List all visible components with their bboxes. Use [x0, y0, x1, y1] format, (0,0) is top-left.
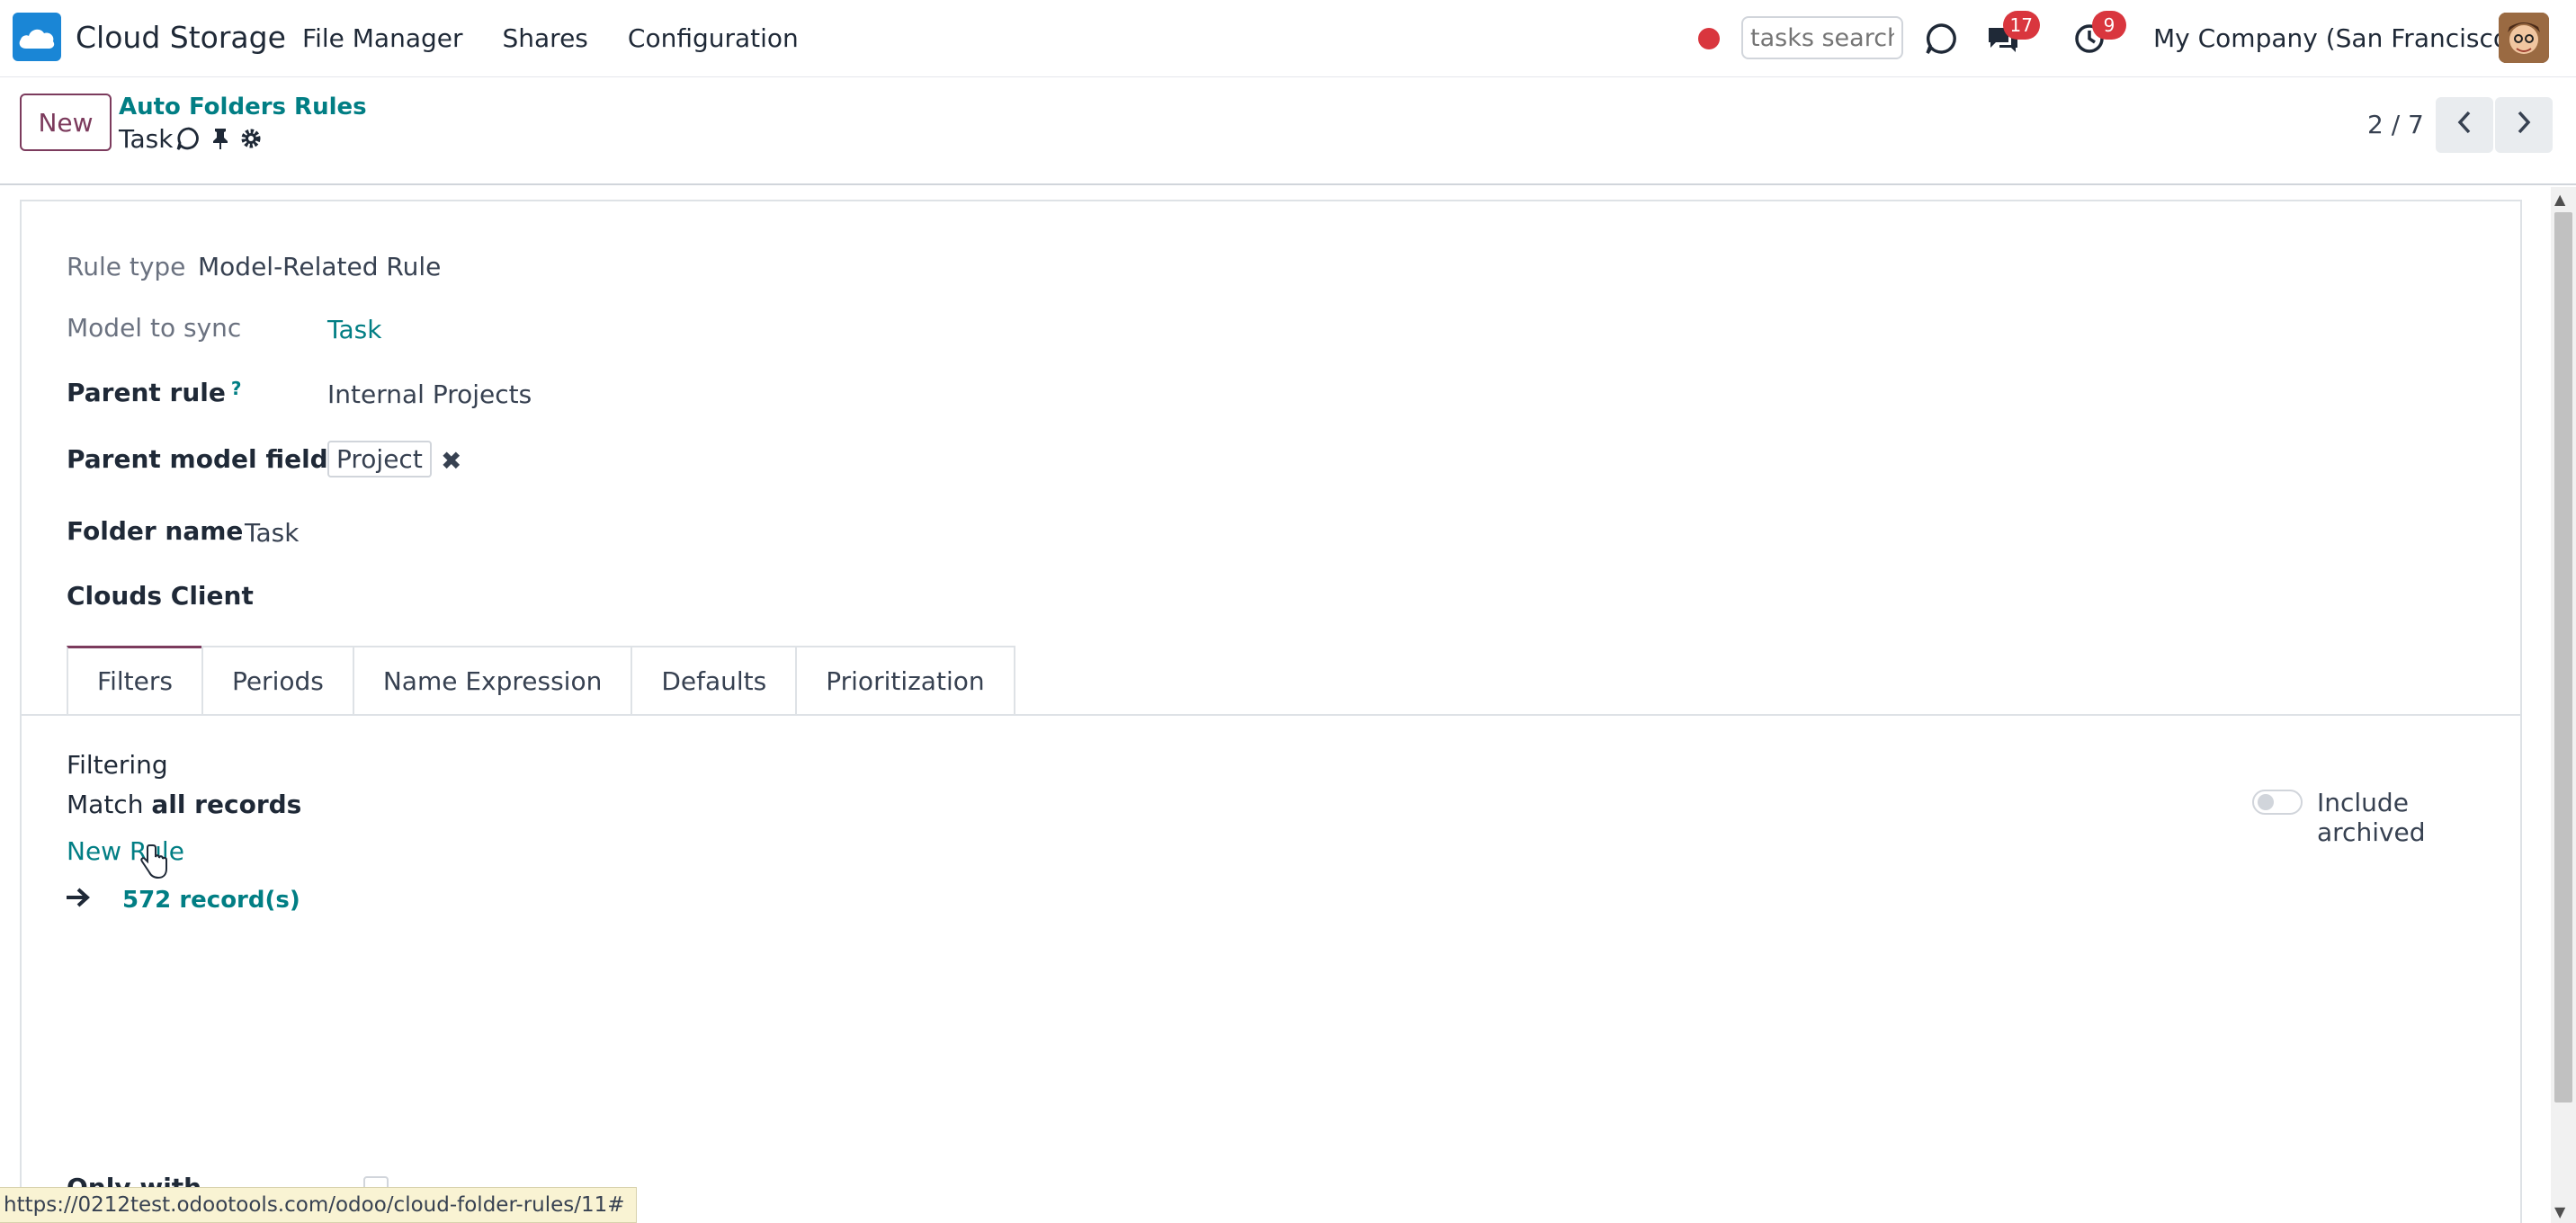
pager-value[interactable]: 2 / 7 — [2367, 110, 2424, 139]
match-value[interactable]: all records — [151, 790, 301, 819]
user-avatar[interactable] — [2499, 13, 2549, 63]
chevron-right-icon — [2515, 110, 2533, 141]
tag-remove-icon[interactable]: ✖ — [441, 446, 461, 476]
match-prefix: Match — [67, 790, 144, 819]
parent-model-field-label: Parent model field? — [67, 444, 344, 474]
gear-icon[interactable] — [239, 127, 263, 156]
discuss-icon[interactable] — [1921, 18, 1963, 59]
parent-rule-help-icon[interactable]: ? — [231, 378, 242, 399]
menu-shares[interactable]: Shares — [503, 23, 588, 53]
parent-model-field-tag[interactable]: Project — [327, 441, 432, 478]
breadcrumb-auto-folders-rules[interactable]: Auto Folders Rules — [119, 94, 367, 121]
arrow-right-icon — [65, 887, 92, 915]
cloud-logo-icon[interactable] — [13, 13, 61, 61]
include-archived-label[interactable]: Include archived — [2317, 788, 2520, 847]
menu-configuration[interactable]: Configuration — [628, 23, 799, 53]
main-menu: File Manager Shares Configuration — [302, 23, 799, 53]
tabs-divider — [22, 714, 2520, 716]
hand-cursor-icon — [140, 844, 169, 886]
scroll-up-icon[interactable]: ▲ — [2554, 191, 2565, 208]
chatter-sync-icon[interactable] — [176, 126, 201, 157]
activities-badge: 9 — [2092, 11, 2126, 40]
menu-file-manager[interactable]: File Manager — [302, 23, 463, 53]
include-archived-toggle[interactable] — [2252, 790, 2303, 815]
recording-indicator-icon[interactable] — [1698, 28, 1720, 49]
company-switcher[interactable]: My Company (San Francisco) — [2153, 23, 2518, 53]
top-navbar: Cloud Storage File Manager Shares Config… — [0, 0, 2576, 77]
tab-name-expression[interactable]: Name Expression — [352, 646, 633, 714]
app-name[interactable]: Cloud Storage — [76, 20, 286, 55]
tab-prioritization[interactable]: Prioritization — [795, 646, 1015, 714]
toggle-knob — [2258, 794, 2274, 810]
pin-icon[interactable] — [210, 127, 230, 156]
filtering-heading: Filtering — [67, 750, 168, 780]
folder-name-value[interactable]: Task — [245, 518, 299, 548]
control-panel: New Auto Folders Rules Task 2 / 7 — [0, 77, 2576, 185]
tab-periods[interactable]: Periods — [201, 646, 354, 714]
status-bar-url: https://0212test.odootools.com/odoo/clou… — [0, 1187, 637, 1223]
tasks-search-input[interactable] — [1741, 16, 1903, 59]
new-button[interactable]: New — [20, 94, 112, 151]
messages-badge: 17 — [2002, 11, 2040, 40]
clouds-client-label: Clouds Client — [67, 581, 254, 611]
model-to-sync-label: Model to sync — [67, 313, 242, 343]
match-statement: Match all records — [67, 790, 301, 819]
scrollbar-thumb[interactable] — [2554, 212, 2572, 1102]
records-count-link[interactable]: 572 record(s) — [122, 887, 300, 914]
notebook-tabs: Filters Periods Name Expression Defaults… — [67, 646, 1015, 714]
model-to-sync-link[interactable]: Task — [327, 315, 381, 344]
chevron-left-icon — [2455, 110, 2473, 141]
rule-type-label: Rule type — [67, 252, 186, 281]
tab-defaults[interactable]: Defaults — [631, 646, 798, 714]
rule-type-value[interactable]: Model-Related Rule — [198, 252, 441, 281]
tab-filters[interactable]: Filters — [67, 646, 203, 714]
parent-rule-label: Parent rule? — [67, 378, 241, 407]
parent-model-field-label-text: Parent model field — [67, 444, 328, 474]
parent-rule-label-text: Parent rule — [67, 378, 226, 407]
form-sheet: Rule type Model-Related Rule Model to sy… — [20, 200, 2522, 1223]
activities-icon[interactable]: 9 — [2069, 11, 2126, 59]
folder-name-label: Folder name — [67, 516, 244, 546]
record-actions — [176, 126, 263, 157]
record-title: Task — [119, 124, 174, 154]
scroll-down-icon[interactable]: ▼ — [2554, 1203, 2565, 1220]
messages-icon[interactable]: 17 — [1982, 11, 2040, 59]
pager-next-button[interactable] — [2495, 97, 2553, 153]
parent-rule-value[interactable]: Internal Projects — [327, 379, 532, 409]
pager-previous-button[interactable] — [2436, 97, 2493, 153]
